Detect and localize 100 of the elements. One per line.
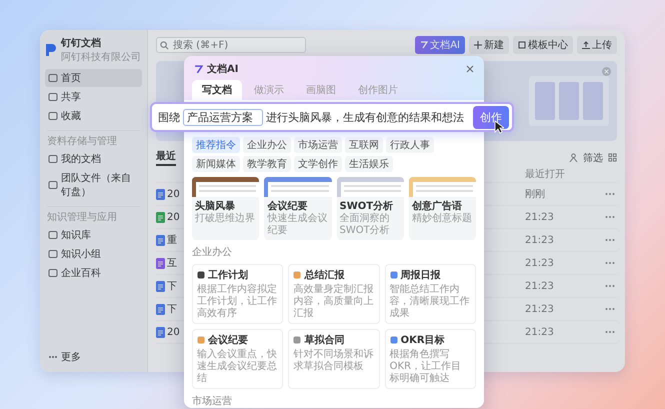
more-icon[interactable]: [605, 261, 615, 265]
square-icon: [48, 180, 58, 190]
filter-button[interactable]: 筛选: [583, 150, 603, 164]
category-chip[interactable]: 生活娱乐: [345, 156, 393, 172]
logo-icon: [45, 43, 57, 57]
template-card[interactable]: 会议纪要 快速生成会议纪要: [264, 177, 332, 240]
card-title: OKR目标: [400, 334, 445, 347]
time-cell-text: 21:23: [525, 234, 555, 246]
upload-icon: [582, 41, 590, 49]
card-description: 根据工作内容拟定工作计划，让工作高效有序: [197, 284, 278, 320]
file-name[interactable]: 20: [167, 326, 180, 338]
prompt-card[interactable]: 总结汇报 高效量身定制汇报内容，高质量向上汇报: [288, 264, 380, 324]
document-thumbnail: [192, 177, 260, 197]
category-chip[interactable]: 市场运营: [294, 137, 342, 153]
category-chip[interactable]: 文学创作: [294, 156, 342, 172]
prompt-card[interactable]: 会议纪要 输入会议重点，快速生成会议纪要总结: [192, 329, 284, 389]
template-description: 打破思维边界: [194, 213, 256, 226]
prompt-prefix: 围绕: [158, 110, 180, 124]
category-chip[interactable]: 教学教育: [243, 156, 291, 172]
search-field[interactable]: 搜索 (⌘+F): [156, 37, 306, 53]
more-icon[interactable]: [605, 215, 615, 219]
card-icon: [197, 271, 205, 279]
close-icon[interactable]: [466, 65, 474, 73]
square-icon: [48, 268, 58, 278]
prompt-card[interactable]: 周报日报 智能总结工作内容，清晰展现工作成果: [384, 264, 476, 324]
card-title: 周报日报: [400, 268, 441, 282]
person-icon[interactable]: [569, 153, 578, 162]
template-card[interactable]: SWOT分析 全面洞察的SWOT分析: [336, 177, 404, 240]
card-title: 会议纪要: [208, 334, 248, 347]
document-thumbnail: [264, 177, 332, 197]
sidebar-item[interactable]: 知识小组: [45, 245, 142, 263]
template-description: 全面洞察的SWOT分析: [338, 213, 391, 238]
category-chip[interactable]: 互联网: [345, 137, 383, 153]
more-icon[interactable]: [605, 238, 615, 242]
card-title: 总结汇报: [304, 268, 344, 282]
file-icon: [156, 234, 165, 246]
new-button[interactable]: 新建: [469, 36, 509, 54]
more-icon[interactable]: [605, 307, 615, 311]
time-cell-text: 21:23: [525, 280, 555, 292]
upload-button[interactable]: 上传: [577, 36, 617, 54]
card-description: 高效量身定制汇报内容，高质量向上汇报: [293, 284, 374, 320]
template-title: 会议纪要: [266, 200, 308, 212]
sidebar-item[interactable]: 企业百科: [45, 264, 142, 282]
square-icon: [48, 230, 58, 240]
square-icon: [518, 41, 526, 49]
document-thumbnail: [336, 177, 404, 197]
more-icon[interactable]: [605, 330, 615, 334]
file-name[interactable]: 重: [167, 233, 177, 247]
more-item[interactable]: 更多: [45, 348, 142, 366]
card-description: 根据角色撰写OKR，让工作目标明确可触达: [390, 349, 462, 385]
time-cell-text: 21:23: [525, 304, 555, 314]
file-name[interactable]: 20: [167, 212, 180, 222]
recent-tab[interactable]: 最近: [156, 149, 176, 166]
time-cell-text: 21:23: [525, 326, 555, 338]
card-title: 工作计划: [208, 268, 248, 282]
ai-logo-icon: [420, 41, 428, 49]
card-icon: [293, 336, 302, 344]
prompt-card[interactable]: 草拟合同 针对不同场景和诉求草拟合同模板: [288, 329, 380, 389]
sidebar-item[interactable]: 共享: [45, 88, 142, 106]
more-icon[interactable]: [605, 284, 615, 288]
file-name[interactable]: 互: [167, 256, 177, 270]
template-title: 创意广告语: [410, 199, 463, 212]
category-chip[interactable]: 新闻媒体: [192, 156, 240, 172]
category-chip[interactable]: 行政人事: [386, 137, 434, 153]
prompt-card[interactable]: 工作计划 根据工作内容拟定工作计划，让工作高效有序: [192, 264, 284, 324]
sidebar-item[interactable]: 我的文档: [45, 150, 142, 168]
sidebar-item[interactable]: 知识库: [45, 226, 142, 244]
ai-logo-icon: [194, 64, 203, 74]
create-button[interactable]: 创作: [473, 106, 509, 128]
square-icon: [48, 111, 58, 121]
mode-tab[interactable]: 写文档: [192, 80, 242, 100]
section-heading: 市场运营: [192, 394, 233, 408]
section-heading: 资料存储与管理: [47, 130, 140, 148]
square-icon: [48, 154, 58, 164]
sidebar-item[interactable]: 收藏: [45, 107, 142, 125]
template-card[interactable]: 创意广告语 精妙创意标题: [408, 177, 476, 240]
template-card[interactable]: 头脑风暴 打破思维边界: [192, 177, 260, 240]
template-button[interactable]: 模板中心: [513, 36, 573, 54]
plus-icon: [474, 41, 482, 49]
card-icon: [197, 336, 205, 344]
square-icon: [48, 73, 58, 83]
sidebar-item[interactable]: 首页: [45, 69, 142, 87]
prompt-card[interactable]: OKR目标 根据角色撰写OKR，让工作目标明确可触达: [384, 329, 476, 389]
template-title: SWOT分析: [338, 200, 394, 212]
file-name[interactable]: 下: [167, 279, 177, 293]
more-icon[interactable]: [605, 192, 615, 196]
grid-icon[interactable]: [608, 153, 617, 162]
file-icon: [156, 280, 165, 292]
file-name[interactable]: 下: [167, 302, 177, 316]
card-description: 输入会议重点，快速生成会议纪要总结: [197, 349, 278, 385]
card-icon: [390, 336, 398, 344]
section-heading: 知识管理与应用: [47, 206, 140, 224]
dots-icon: [48, 355, 58, 359]
card-title: 草拟合同: [304, 334, 344, 347]
file-icon: [156, 212, 165, 222]
topic-field[interactable]: 产品运营方案: [183, 108, 263, 126]
file-name[interactable]: 20: [167, 188, 180, 200]
sidebar-item[interactable]: 团队文件（来自钉盘）: [45, 169, 142, 201]
category-chip[interactable]: 企业办公: [243, 137, 291, 153]
category-chip[interactable]: 推荐指令: [192, 137, 240, 153]
